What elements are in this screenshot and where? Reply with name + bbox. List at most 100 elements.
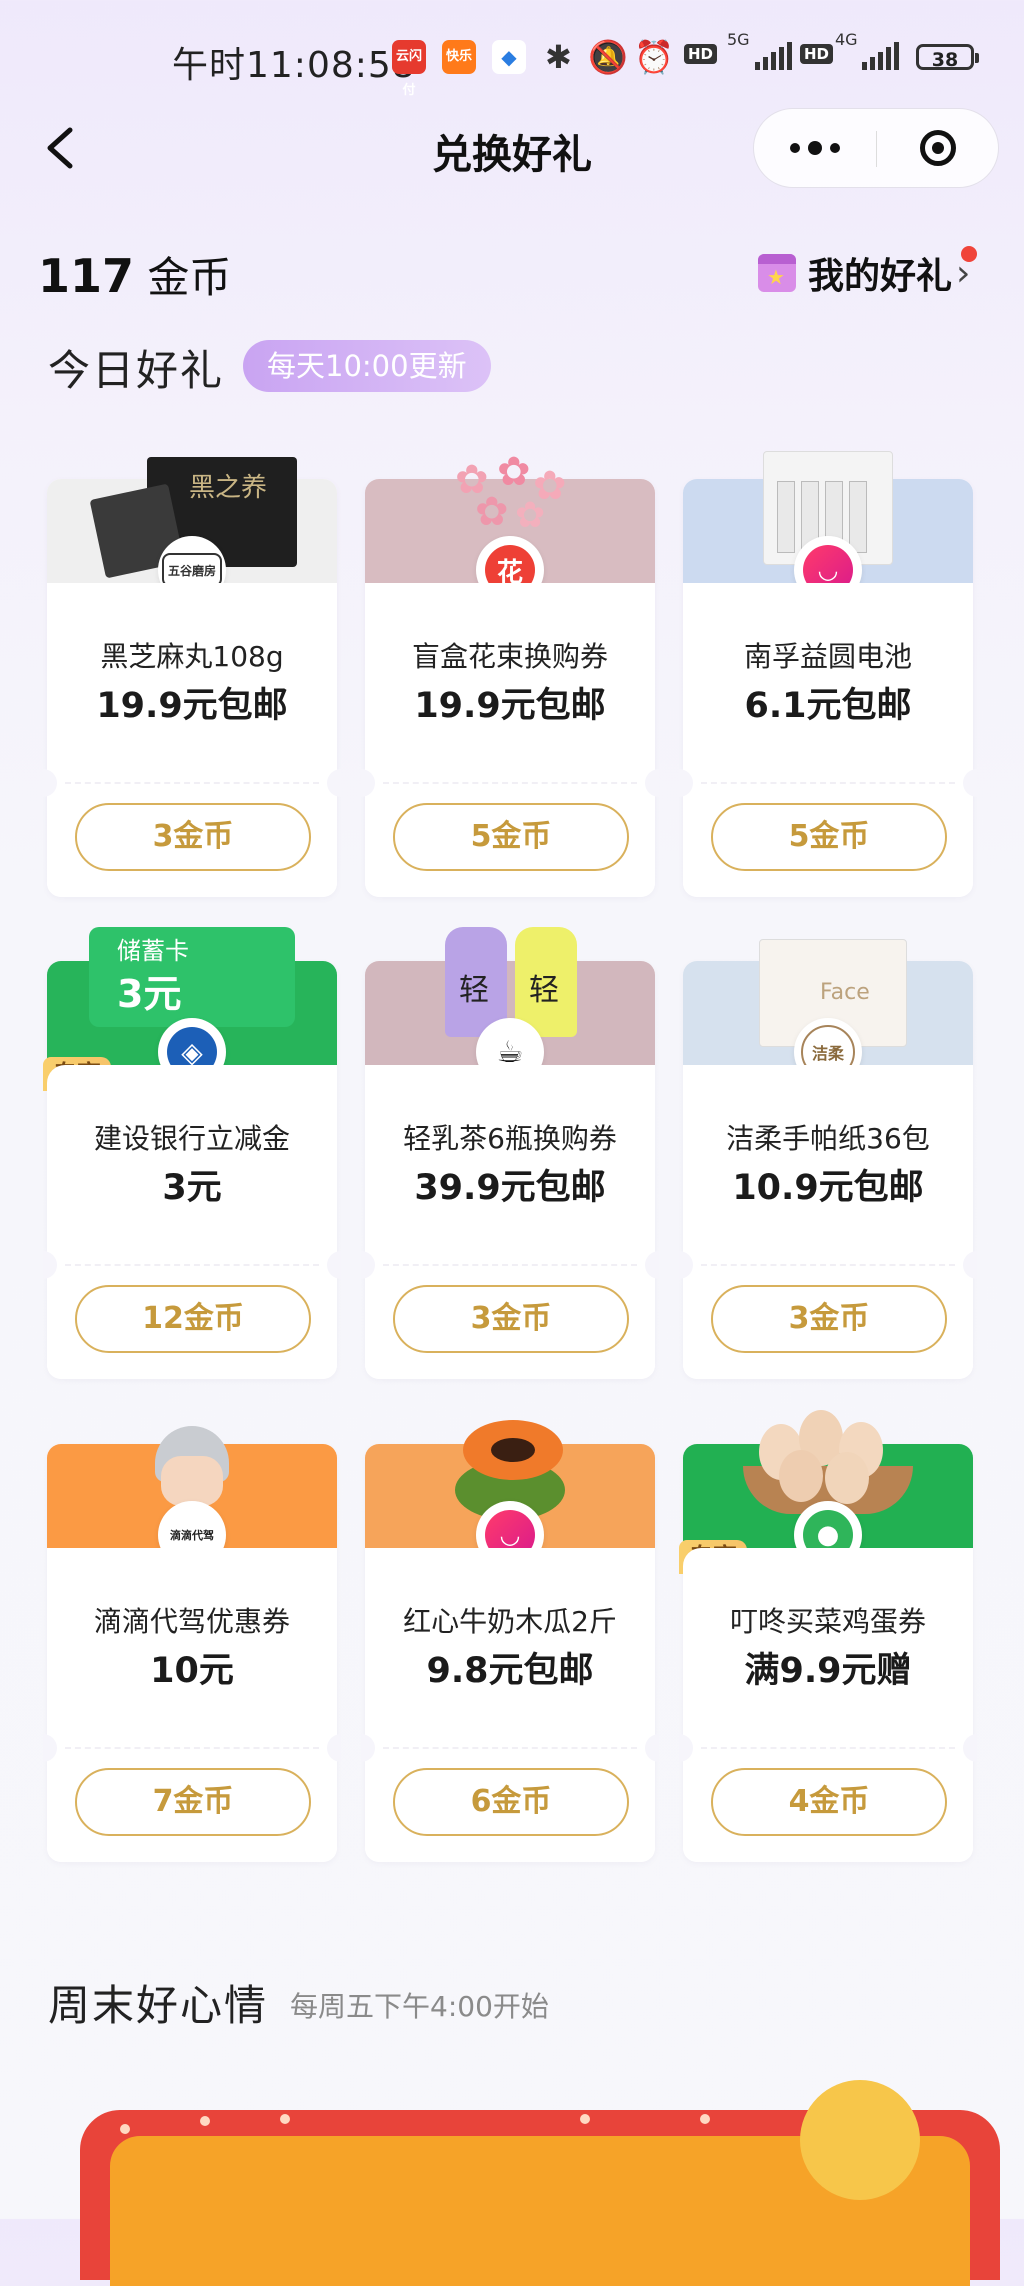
dashed-divider [65,1264,319,1266]
redeem-button[interactable]: 3金币 [393,1285,629,1353]
card-notch [43,1734,57,1762]
mute-bell-icon: 🔕 [588,38,628,76]
card-body: 盲盒花束换购券 19.9元包邮 5金币 [361,583,659,897]
sesame-brand-text: 黑之养 [189,473,268,503]
card-body: 黑芝麻丸108g 19.9元包邮 3金币 [43,583,341,897]
card-body: 洁柔手帕纸36包 10.9元包邮 3金币 [679,1065,977,1379]
gift-price: 39.9元包邮 [414,1168,606,1208]
card-body: 建设银行立减金 3元 12金币 [43,1065,341,1379]
card-notch [963,769,977,797]
gift-name: 红心牛奶木瓜2斤 [403,1605,617,1638]
product-image-debit-card: 储蓄卡 3元 [89,927,295,1027]
dashed-divider [65,1747,319,1749]
card-body: 滴滴代驾优惠券 10元 7金币 [43,1548,341,1862]
card-notch [645,769,659,797]
gift-price: 10.9元包邮 [732,1168,924,1208]
dashed-divider [701,782,955,784]
card-notch [361,769,375,797]
calendar-star-icon: ★ [758,254,796,292]
product-image-driver-mascot [147,1426,237,1510]
redeem-button[interactable]: 5金币 [393,803,629,871]
dashed-divider [383,1747,637,1749]
card-body: 叮咚买菜鸡蛋券 满9.9元赠 4金币 [679,1548,977,1862]
gift-card[interactable]: Face 洁柔 洁柔手帕纸36包 10.9元包邮 3金币 [679,939,977,1379]
card-body: 南孚益圆电池 6.1元包邮 5金币 [679,583,977,897]
banner-bulb [120,2124,130,2134]
banner-bulb [580,2114,590,2124]
card-notch [43,769,57,797]
gift-price: 3元 [162,1168,222,1208]
signal-bars-icon [755,42,792,70]
my-gifts-link[interactable]: ★ 我的好礼 › [758,246,977,298]
gift-name: 轻乳茶6瓶换购券 [403,1122,617,1155]
unionpay-app-icon: 云闪付 [392,40,426,98]
gift-card[interactable]: ◡ 红心牛奶木瓜2斤 9.8元包邮 6金币 [361,1420,659,1862]
signal-bars-icon-2 [862,42,899,70]
redeem-button[interactable]: 6金币 [393,1768,629,1836]
gift-card[interactable]: 黑之养 五谷磨房 黑芝麻丸108g 19.9元包邮 3金币 [43,457,341,897]
hd-badge-2: HD [800,44,834,64]
my-gifts-label: 我的好礼 [808,256,953,297]
status-bar: 午时11:08:58 云闪付 快乐 ◆ ✱ 🔕 ⏰ HD 5G HD 4G 38 [0,30,1024,98]
shield-app-icon: ◆ [492,40,526,74]
gift-price: 满9.9元赠 [744,1651,912,1691]
redeem-button[interactable]: 12金币 [75,1285,311,1353]
redeem-button[interactable]: 3金币 [75,803,311,871]
happy-app-icon: 快乐 [442,40,476,74]
card-body: 红心牛奶木瓜2斤 9.8元包邮 6金币 [361,1548,659,1862]
gift-card[interactable]: 滴滴代驾 滴滴代驾优惠券 10元 7金币 [43,1426,341,1862]
card-body: 轻乳茶6瓶换购券 39.9元包邮 3金币 [361,1065,659,1379]
today-section-title: 今日好礼 [48,346,225,395]
card-notch [679,769,693,797]
miniprogram-capsule [753,108,999,188]
gift-name: 盲盒花束换购券 [411,640,608,673]
dashed-divider [701,1747,955,1749]
dashed-divider [701,1264,955,1266]
gift-card[interactable]: 储蓄卡 3元 ◈ 专享 建设银行立减金 3元 12金币 [43,927,341,1379]
card-notch [679,1734,693,1762]
gift-name: 洁柔手帕纸36包 [726,1122,930,1155]
gift-name: 叮咚买菜鸡蛋券 [729,1605,926,1638]
gift-name: 黑芝麻丸108g [100,640,284,673]
coin-balance: 117 金币 [38,244,231,305]
card-notch [645,1734,659,1762]
redeem-button[interactable]: 5金币 [711,803,947,871]
more-options-button[interactable] [754,109,876,187]
gift-name: 滴滴代驾优惠券 [93,1605,290,1638]
card-notch [327,1734,341,1762]
redeem-button[interactable]: 3金币 [711,1285,947,1353]
debit-card-value: 3元 [117,972,182,1016]
redeem-button[interactable]: 4金币 [711,1768,947,1836]
target-close-icon [920,130,956,166]
banner-bulb [700,2114,710,2124]
banner-bulb [200,2116,210,2126]
weekend-section-subtitle: 每周五下午4:00开始 [290,1990,549,2023]
card-notch [963,1734,977,1762]
weekend-banner[interactable] [80,2080,1024,2286]
notification-dot [961,246,977,262]
card-notch [679,1251,693,1279]
card-notch [327,1251,341,1279]
gift-card[interactable]: ◡ 南孚益圆电池 6.1元包邮 5金币 [679,451,977,897]
tea-label: 轻 [529,973,559,1008]
gift-price: 10元 [150,1651,234,1691]
gift-price: 19.9元包邮 [414,686,606,726]
gift-card[interactable]: ● 专享 叮咚买菜鸡蛋券 满9.9元赠 4金币 [679,1410,977,1862]
banner-bulb [280,2114,290,2124]
tea-label: 轻 [459,973,489,1008]
close-miniprogram-button[interactable] [877,109,999,187]
gift-card[interactable]: 轻 轻 ☕ 轻乳茶6瓶换购券 39.9元包邮 3金币 [361,927,659,1379]
network-4g: 4G [835,30,858,49]
card-notch [645,1251,659,1279]
gift-card[interactable]: ✿ ✿ ✿ ✿ ✿ 花 盲盒花束换购券 19.9元包邮 5金币 [361,449,659,897]
network-5g: 5G [727,30,750,49]
card-notch [963,1251,977,1279]
weekend-section-title: 周末好心情 [48,1981,269,2030]
gift-name: 南孚益圆电池 [743,640,912,673]
status-time: 午时11:08:58 [172,45,416,86]
battery-icon: 38 [916,44,979,71]
debit-card-title: 储蓄卡 [117,937,189,965]
dashed-divider [383,1264,637,1266]
hd-badge: HD [684,44,718,64]
redeem-button[interactable]: 7金币 [75,1768,311,1836]
